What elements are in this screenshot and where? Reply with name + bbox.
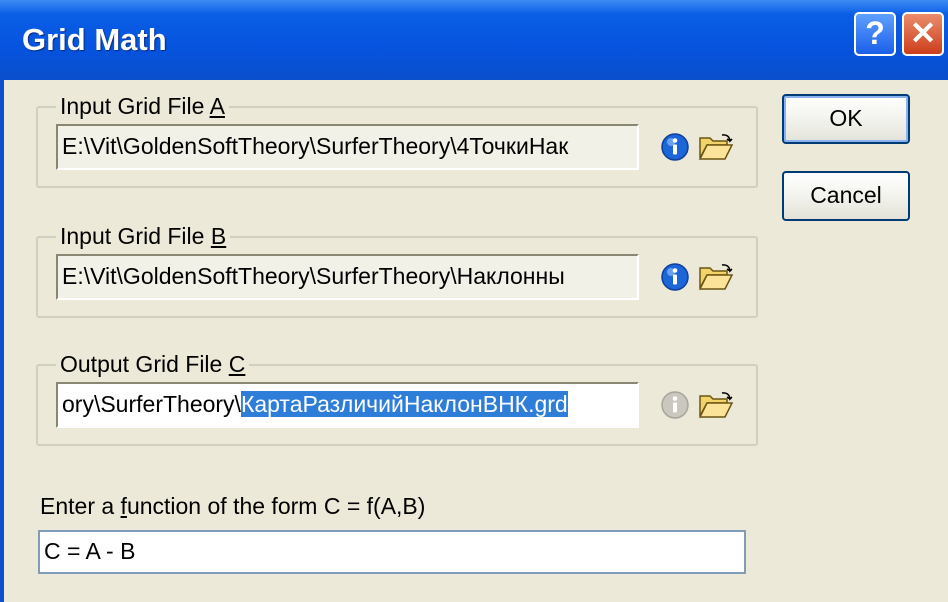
input-grid-b-group: Input Grid File B E:\Vit\GoldenSoftTheor… (36, 222, 758, 318)
output-path-prefix: ory\SurferTheory\ (62, 391, 241, 417)
cancel-button[interactable]: Cancel (782, 171, 910, 221)
input-grid-b-field[interactable]: E:\Vit\GoldenSoftTheory\SurferTheory\Нак… (56, 254, 639, 300)
help-button[interactable]: ? (854, 12, 896, 56)
info-icon-disabled (661, 391, 689, 419)
ok-button[interactable]: OK (782, 94, 910, 144)
dialog-client-area: Input Grid File A E:\Vit\GoldenSoftTheor… (4, 80, 948, 602)
output-grid-c-field[interactable]: ory\SurferTheory\КартаРазличийНаклонВНК.… (56, 382, 639, 428)
input-grid-b-label: Input Grid File B (56, 222, 231, 250)
info-icon[interactable] (660, 132, 690, 162)
input-grid-a-group: Input Grid File A E:\Vit\GoldenSoftTheor… (36, 92, 758, 188)
folder-open-icon[interactable] (698, 132, 734, 162)
info-icon[interactable] (660, 262, 690, 292)
grid-math-dialog: Grid Math ? ✕ Input Grid File A E:\Vit\G… (0, 0, 948, 602)
output-grid-c-label: Output Grid File C (56, 350, 250, 378)
title-bar[interactable]: Grid Math ? ✕ (0, 0, 948, 80)
dialog-title: Grid Math (22, 22, 167, 57)
output-grid-c-group: Output Grid File C ory\SurferTheory\Карт… (36, 350, 758, 446)
function-label: Enter a function of the form C = f(A,B) (40, 493, 426, 519)
close-button[interactable]: ✕ (902, 12, 944, 56)
input-grid-a-field[interactable]: E:\Vit\GoldenSoftTheory\SurferTheory\4То… (56, 124, 639, 170)
input-grid-a-label: Input Grid File A (56, 92, 229, 120)
folder-open-icon[interactable] (698, 390, 734, 420)
folder-open-icon[interactable] (698, 262, 734, 292)
function-input[interactable]: C = A - B (38, 530, 746, 574)
output-path-selection: КартаРазличийНаклонВНК.grd (240, 391, 568, 417)
